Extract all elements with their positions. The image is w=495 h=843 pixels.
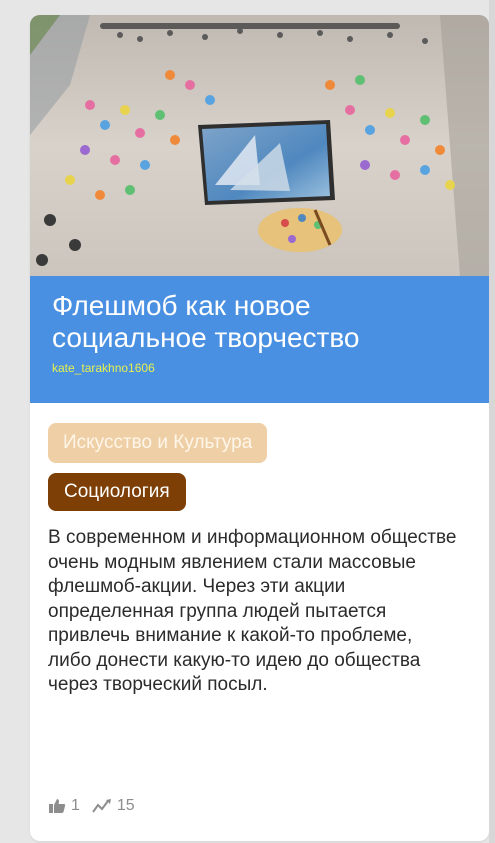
scrollbar-track[interactable] xyxy=(489,0,495,843)
tag-sociology[interactable]: Социология xyxy=(48,473,186,511)
post-description: В современном и информационном обществе … xyxy=(48,527,457,695)
tag-art-culture[interactable]: Искусство и Культура xyxy=(48,423,268,463)
trend-icon xyxy=(92,799,111,813)
views-stat: 15 xyxy=(92,797,135,815)
likes-count: 1 xyxy=(71,797,80,814)
author-link[interactable]: kate_tarakhno1606 xyxy=(52,361,467,375)
hero-photo-illustration xyxy=(30,15,489,276)
post-card[interactable]: Флешмоб как новое социальное творчество … xyxy=(30,15,489,841)
tags-row-2: Социология xyxy=(48,463,471,511)
page: Флешмоб как новое социальное творчество … xyxy=(0,0,495,843)
tags-row: Искусство и Культура xyxy=(48,423,471,463)
stats-row: 1 15 xyxy=(48,797,147,815)
likes-stat[interactable]: 1 xyxy=(48,797,80,815)
thumbs-up-icon xyxy=(49,799,66,813)
post-body: Искусство и Культура Социология В соврем… xyxy=(30,403,489,698)
title-band: Флешмоб как новое социальное творчество … xyxy=(30,276,489,403)
post-title[interactable]: Флешмоб как новое социальное творчество xyxy=(52,290,467,354)
hero-image[interactable] xyxy=(30,15,489,276)
views-count: 15 xyxy=(116,797,135,814)
